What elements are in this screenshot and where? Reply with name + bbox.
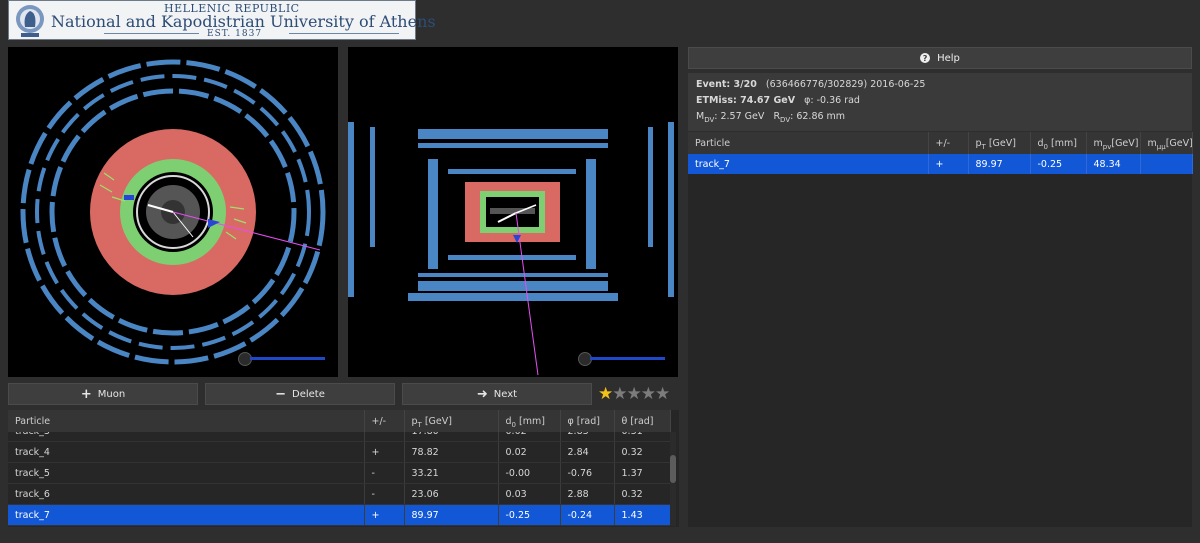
col-header-d0[interactable]: d0 [mm] <box>498 410 561 432</box>
mdv-label: MDV <box>696 111 715 124</box>
cell-pt: 17.80 <box>404 432 499 442</box>
col-header-particle[interactable]: Particle <box>688 132 929 154</box>
delete-button-label: Delete <box>292 388 325 400</box>
cell-charge: + <box>364 504 405 526</box>
cell-phi: 2.84 <box>560 441 615 463</box>
cell-phi: 2.88 <box>560 483 615 505</box>
cell-particle: track_6 <box>8 483 365 505</box>
cell-charge: + <box>928 154 969 174</box>
cell-theta: 0.32 <box>614 483 670 505</box>
mdv-value: : 2.57 GeV <box>714 111 765 122</box>
cell-d0: -0.25 <box>498 504 561 526</box>
event-dv-line: MDV: 2.57 GeV RDV: 62.86 mm <box>696 111 846 124</box>
cell-particle: track_7 <box>8 504 365 526</box>
cell-d0: -0.00 <box>498 462 561 484</box>
col-header-pt[interactable]: pT [GeV] <box>404 410 499 432</box>
delete-button[interactable]: − Delete <box>205 383 395 405</box>
track-table: Particle +/- pT [GeV] d0 [mm] φ [rad] θ … <box>8 410 679 527</box>
athena-emblem-icon <box>16 5 44 37</box>
event-id-line: Event: 3/20 (636466776/302829) 2016-06-2… <box>696 79 925 90</box>
col-header-particle[interactable]: Particle <box>8 410 365 432</box>
cell-charge: - <box>364 462 405 484</box>
cell-theta: 0.32 <box>614 441 670 463</box>
col-header-d0[interactable]: d0 [mm] <box>1030 132 1087 154</box>
cell-particle: track_5 <box>8 462 365 484</box>
event-run-info: (636466776/302829) 2016-06-25 <box>765 79 926 90</box>
question-circle-icon: ? <box>920 53 931 63</box>
track-table-scroll-area[interactable]: track_3 - 17.80 0.02 2.83 0.31 track_4 +… <box>8 432 670 527</box>
plus-icon: + <box>80 386 92 402</box>
minus-icon: − <box>275 386 287 402</box>
col-header-mmumu[interactable]: mμμ[GeV] <box>1140 132 1193 154</box>
rdv-value: : 62.86 mm <box>790 111 846 122</box>
cell-theta: 1.37 <box>614 462 670 484</box>
star-empty-icon[interactable]: ★ <box>612 384 627 404</box>
col-header-phi[interactable]: φ [rad] <box>560 410 615 432</box>
cell-mmumu <box>1140 154 1193 174</box>
etmiss-value: ETMiss: 74.67 GeV <box>696 95 796 106</box>
next-button[interactable]: ➜ Next <box>402 383 592 405</box>
event-label: Event: 3/20 <box>696 79 757 90</box>
cell-d0: 0.02 <box>498 441 561 463</box>
cell-particle: track_3 <box>8 432 365 442</box>
cell-pt: 78.82 <box>404 441 499 463</box>
col-header-pt[interactable]: pT [GeV] <box>968 132 1031 154</box>
cell-phi: -0.24 <box>560 504 615 526</box>
star-empty-icon[interactable]: ★ <box>627 384 642 404</box>
cell-charge: + <box>364 441 405 463</box>
table-row[interactable]: track_3 - 17.80 0.02 2.83 0.31 <box>8 432 670 442</box>
help-button-label: Help <box>937 52 960 64</box>
rdv-label: RDV <box>773 111 791 124</box>
cell-d0: -0.25 <box>1030 154 1087 174</box>
transverse-detector-view[interactable] <box>8 47 338 377</box>
cell-particle: track_7 <box>688 154 929 174</box>
table-row-selected[interactable]: track_7 + 89.97 -0.25 -0.24 1.43 <box>8 504 670 526</box>
cell-particle: track_4 <box>8 441 365 463</box>
table-row[interactable]: track_5 - 33.21 -0.00 -0.76 1.37 <box>8 462 670 484</box>
cell-theta: 0.31 <box>614 432 670 442</box>
cell-phi: -0.76 <box>560 462 615 484</box>
cell-mpv: 48.34 <box>1086 154 1141 174</box>
table-row[interactable]: track_4 + 78.82 0.02 2.84 0.32 <box>8 441 670 463</box>
help-button[interactable]: ? Help <box>688 47 1192 69</box>
cell-charge: - <box>364 432 405 442</box>
event-info-panel: Event: 3/20 (636466776/302829) 2016-06-2… <box>688 73 1192 131</box>
university-logo: HELLENIC REPUBLIC National and Kapodistr… <box>8 0 436 40</box>
logo-rule-right <box>289 33 399 34</box>
cell-phi: 2.83 <box>560 432 615 442</box>
col-header-theta[interactable]: θ [rad] <box>614 410 671 432</box>
track-table-scrollbar-thumb[interactable] <box>670 455 676 483</box>
muon-button-label: Muon <box>97 388 126 400</box>
table-row[interactable]: track_6 - 23.06 0.03 2.88 0.32 <box>8 483 670 505</box>
col-header-mpv[interactable]: mpv[GeV] <box>1086 132 1141 154</box>
col-header-charge[interactable]: +/- <box>928 132 969 154</box>
cell-theta: 1.43 <box>614 504 670 526</box>
cell-pt: 89.97 <box>404 504 499 526</box>
table-header-row: Particle +/- pT [GeV] d0 [mm] φ [rad] θ … <box>8 410 671 432</box>
cell-pt: 23.06 <box>404 483 499 505</box>
view-zoom-slider[interactable] <box>590 357 665 360</box>
event-etmiss-line: ETMiss: 74.67 GeV φ: -0.36 rad <box>696 95 860 106</box>
star-filled-icon[interactable]: ★ <box>598 384 613 404</box>
event-rating[interactable]: ★★★★★ <box>598 384 670 404</box>
next-button-label: Next <box>493 388 518 400</box>
cell-d0: 0.02 <box>498 432 561 442</box>
col-header-charge[interactable]: +/- <box>364 410 405 432</box>
add-muon-button[interactable]: + Muon <box>8 383 198 405</box>
cell-pt: 33.21 <box>404 462 499 484</box>
cell-pt: 89.97 <box>968 154 1031 174</box>
cell-charge: - <box>364 483 405 505</box>
cell-d0: 0.03 <box>498 483 561 505</box>
star-empty-icon[interactable]: ★ <box>641 384 656 404</box>
table-row-selected[interactable]: track_7 + 89.97 -0.25 48.34 <box>688 154 1193 174</box>
logo-line-established: EST. 1837 <box>207 29 263 39</box>
arrow-right-icon: ➜ <box>476 386 488 402</box>
selected-particles-panel: Particle +/- pT [GeV] d0 [mm] mpv[GeV] m… <box>688 132 1193 527</box>
logo-rule-left <box>104 33 199 34</box>
etmiss-phi: φ: -0.36 rad <box>804 95 860 106</box>
view-zoom-slider[interactable] <box>250 357 325 360</box>
star-empty-icon[interactable]: ★ <box>655 384 670 404</box>
longitudinal-detector-view[interactable] <box>348 47 678 377</box>
table-header-row: Particle +/- pT [GeV] d0 [mm] mpv[GeV] m… <box>688 132 1193 154</box>
